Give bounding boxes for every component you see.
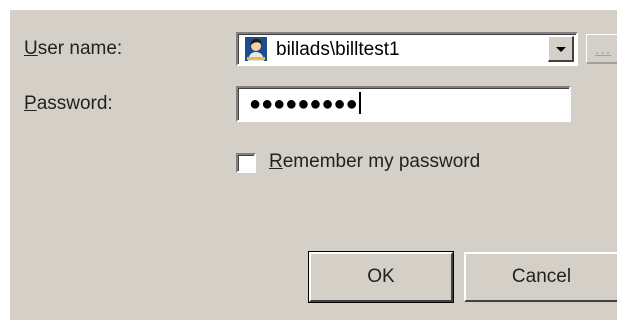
username-value: billads\billtest1 — [276, 39, 400, 60]
username-combobox[interactable]: billads\billtest1 — [236, 32, 578, 66]
username-dropdown-button[interactable] — [548, 36, 574, 62]
password-value: ●●●●●●●●● — [249, 92, 361, 116]
text-caret — [358, 92, 361, 114]
chevron-down-icon — [556, 47, 566, 52]
password-label: Password: — [24, 93, 113, 114]
password-field[interactable]: ●●●●●●●●● — [236, 86, 571, 122]
browse-button: ... — [586, 34, 617, 64]
cancel-button[interactable]: Cancel — [464, 252, 617, 302]
remember-password-checkbox[interactable] — [236, 153, 256, 173]
remember-password-label[interactable]: Remember my password — [269, 151, 480, 173]
browse-button-label: ... — [595, 41, 612, 58]
user-icon — [245, 37, 267, 61]
credentials-dialog: User name: billads\billtest1 ... Passwor… — [10, 10, 617, 320]
ok-button[interactable]: OK — [308, 251, 454, 303]
username-label: User name: — [24, 38, 123, 59]
